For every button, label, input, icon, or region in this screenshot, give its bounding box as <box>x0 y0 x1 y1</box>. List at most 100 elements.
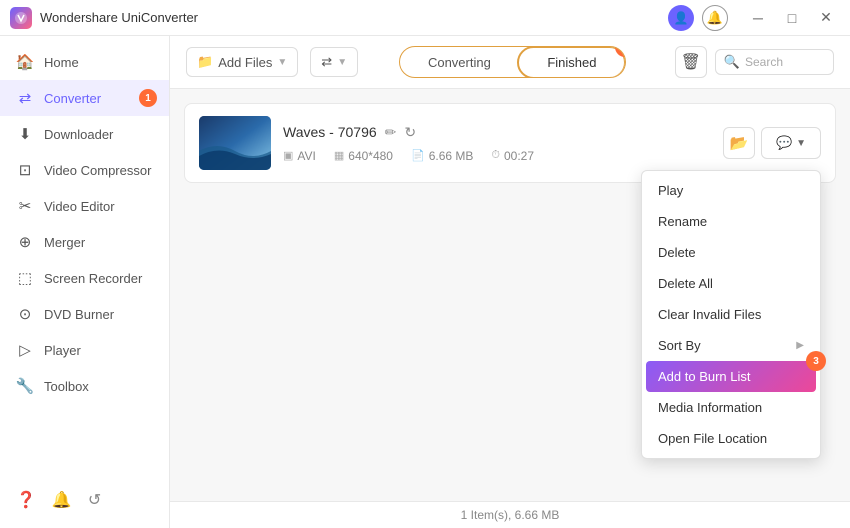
search-box[interactable]: 🔍 <box>715 49 834 75</box>
user-icon[interactable]: 👤 <box>668 5 694 31</box>
main-layout: 🏠 Home ⇄ Converter 1 ⬇ Downloader ⊡ Vide… <box>0 36 850 528</box>
file-duration-item: ⏱ 00:27 <box>491 149 534 163</box>
top-toolbar: 📁 Add Files ▼ ⇄ ▼ Converting Finished 2 … <box>170 36 850 89</box>
menu-rename-label: Rename <box>658 214 707 229</box>
video-editor-icon: ✂ <box>16 197 34 215</box>
sort-by-arrow-icon: ▶ <box>796 340 804 351</box>
file-actions-right: 📂 💬 ▼ <box>723 127 821 159</box>
merger-icon: ⊕ <box>16 233 34 251</box>
thumbnail-image <box>199 116 271 170</box>
sidebar-item-dvd-burner-label: DVD Burner <box>44 307 114 322</box>
sidebar-item-merger[interactable]: ⊕ Merger <box>0 224 169 260</box>
sidebar-bottom: ❓ 🔔 ↺ <box>0 480 169 520</box>
menu-delete-label: Delete <box>658 245 696 260</box>
more-options-button[interactable]: 💬 ▼ <box>761 127 821 159</box>
menu-clear-invalid-label: Clear Invalid Files <box>658 307 761 322</box>
menu-item-clear-invalid[interactable]: Clear Invalid Files <box>642 299 820 330</box>
menu-item-sort-by[interactable]: Sort By ▶ <box>642 330 820 361</box>
waves-thumbnail <box>199 116 271 170</box>
context-menu: Play Rename Delete Delete All Clear Inva… <box>641 170 821 459</box>
video-compressor-icon: ⊡ <box>16 161 34 179</box>
status-bar: 1 Item(s), 6.66 MB <box>170 501 850 528</box>
toolbox-icon: 🔧 <box>16 377 34 395</box>
refresh-icon[interactable]: ↺ <box>88 490 101 510</box>
convert-to-button[interactable]: ⇄ ▼ <box>310 47 358 77</box>
toolbar-right: 🗑 🔍 <box>675 46 834 78</box>
content-area: 📁 Add Files ▼ ⇄ ▼ Converting Finished 2 … <box>170 36 850 528</box>
sidebar-item-video-compressor-label: Video Compressor <box>44 163 151 178</box>
sidebar-item-screen-recorder-label: Screen Recorder <box>44 271 142 286</box>
refresh-file-icon[interactable]: ↻ <box>404 124 416 141</box>
sidebar-item-dvd-burner[interactable]: ⊙ DVD Burner <box>0 296 169 332</box>
menu-media-information-label: Media Information <box>658 400 762 415</box>
sidebar-item-toolbox-label: Toolbox <box>44 379 89 394</box>
close-button[interactable]: ✕ <box>812 7 840 29</box>
convert-dropdown-icon: ▼ <box>337 57 347 68</box>
player-icon: ▷ <box>16 341 34 359</box>
file-duration: 00:27 <box>504 149 534 163</box>
tab-converting[interactable]: Converting <box>400 47 519 77</box>
message-icon: 💬 <box>776 135 792 151</box>
sidebar-item-downloader-label: Downloader <box>44 127 113 142</box>
sidebar-item-home[interactable]: 🏠 Home <box>0 44 169 80</box>
file-card: Waves - 70796 ✏ ↻ ▣ AVI ▦ 640*480 <box>184 103 836 183</box>
downloader-icon: ⬇ <box>16 125 34 143</box>
dvd-burner-icon: ⊙ <box>16 305 34 323</box>
sidebar-item-toolbox[interactable]: 🔧 Toolbox <box>0 368 169 404</box>
menu-open-file-location-label: Open File Location <box>658 431 767 446</box>
sidebar-item-video-compressor[interactable]: ⊡ Video Compressor <box>0 152 169 188</box>
sidebar-item-player[interactable]: ▷ Player <box>0 332 169 368</box>
duration-icon: ⏱ <box>491 149 500 162</box>
menu-item-add-to-burn-list[interactable]: Add to Burn List 3 <box>646 361 816 392</box>
menu-item-play[interactable]: Play <box>642 175 820 206</box>
title-bar-left: Wondershare UniConverter <box>10 7 198 29</box>
menu-delete-all-label: Delete All <box>658 276 713 291</box>
file-resolution-item: ▦ 640*480 <box>334 149 393 163</box>
open-folder-button[interactable]: 📂 <box>723 127 755 159</box>
add-files-button[interactable]: 📁 Add Files ▼ <box>186 47 298 77</box>
sidebar-item-downloader[interactable]: ⬇ Downloader <box>0 116 169 152</box>
file-meta: ▣ AVI ▦ 640*480 📄 6.66 MB ⏱ <box>283 149 711 163</box>
tab-finished[interactable]: Finished <box>517 46 626 78</box>
add-files-label: Add Files <box>218 55 272 70</box>
context-menu-badge: 3 <box>806 351 826 371</box>
help-icon[interactable]: ❓ <box>16 490 36 510</box>
search-input[interactable] <box>745 55 825 69</box>
tab-switcher: Converting Finished 2 <box>399 46 626 78</box>
sidebar-item-video-editor-label: Video Editor <box>44 199 115 214</box>
file-name-row: Waves - 70796 ✏ ↻ <box>283 124 711 141</box>
minimize-button[interactable]: ─ <box>744 7 772 29</box>
sidebar-item-converter[interactable]: ⇄ Converter 1 <box>0 80 169 116</box>
sidebar-item-screen-recorder[interactable]: ⬚ Screen Recorder <box>0 260 169 296</box>
home-icon: 🏠 <box>16 53 34 71</box>
file-format: AVI <box>297 149 315 163</box>
menu-item-delete[interactable]: Delete <box>642 237 820 268</box>
file-format-item: ▣ AVI <box>283 149 316 163</box>
sidebar: 🏠 Home ⇄ Converter 1 ⬇ Downloader ⊡ Vide… <box>0 36 170 528</box>
menu-play-label: Play <box>658 183 683 198</box>
menu-add-to-burn-list-label: Add to Burn List <box>658 369 751 384</box>
app-title: Wondershare UniConverter <box>40 10 198 25</box>
folder-icon: 📂 <box>730 134 749 152</box>
search-icon: 🔍 <box>724 54 740 70</box>
title-bar: Wondershare UniConverter 👤 🔔 ─ □ ✕ <box>0 0 850 36</box>
file-list-area: Waves - 70796 ✏ ↻ ▣ AVI ▦ 640*480 <box>170 89 850 501</box>
bell-icon[interactable]: 🔔 <box>702 5 728 31</box>
delete-button[interactable]: 🗑 <box>675 46 707 78</box>
add-files-dropdown-icon: ▼ <box>277 57 287 68</box>
menu-item-rename[interactable]: Rename <box>642 206 820 237</box>
menu-item-media-information[interactable]: Media Information <box>642 392 820 423</box>
file-size-item: 📄 6.66 MB <box>411 149 473 163</box>
menu-item-open-file-location[interactable]: Open File Location <box>642 423 820 454</box>
size-icon: 📄 <box>411 149 425 162</box>
file-size: 6.66 MB <box>429 149 474 163</box>
sidebar-item-merger-label: Merger <box>44 235 85 250</box>
maximize-button[interactable]: □ <box>778 7 806 29</box>
converter-icon: ⇄ <box>16 89 34 107</box>
file-resolution: 640*480 <box>348 149 393 163</box>
menu-item-delete-all[interactable]: Delete All <box>642 268 820 299</box>
notification-icon[interactable]: 🔔 <box>52 490 72 510</box>
edit-icon[interactable]: ✏ <box>385 124 397 141</box>
sidebar-item-video-editor[interactable]: ✂ Video Editor <box>0 188 169 224</box>
file-name: Waves - 70796 <box>283 124 377 140</box>
